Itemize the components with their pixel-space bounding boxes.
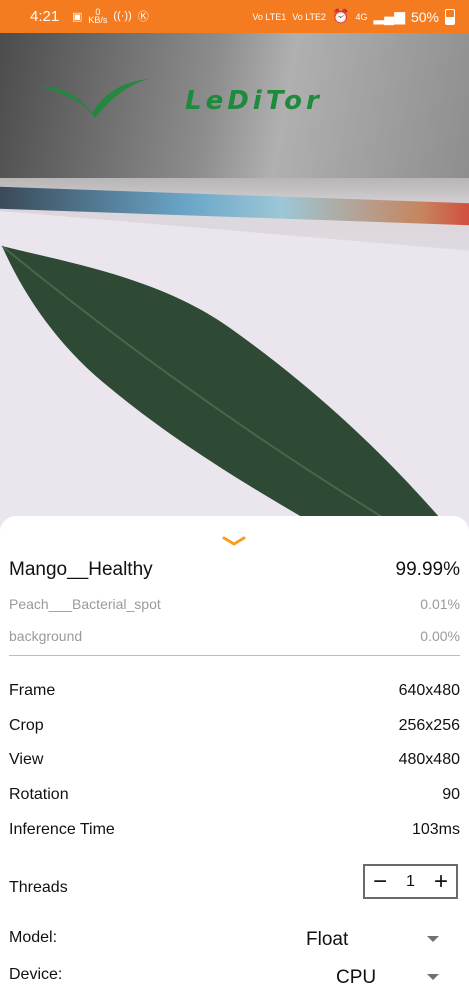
- info-row-view: View 480x480: [9, 751, 460, 769]
- volte2-indicator: Vo LTE2: [292, 11, 327, 22]
- threads-label: Threads: [9, 879, 68, 896]
- result-label: background: [9, 628, 83, 644]
- alarm-icon: ⏰: [332, 8, 350, 24]
- result-row: Peach___Bacterial_spot 0.01%: [9, 596, 460, 612]
- dropdown-arrow-icon[interactable]: [427, 936, 439, 942]
- info-label: Rotation: [9, 786, 69, 803]
- device-label: Device:: [9, 966, 63, 983]
- battery-percent: 50%: [410, 8, 439, 25]
- info-label: View: [9, 751, 44, 768]
- plus-button[interactable]: +: [434, 869, 448, 894]
- status-bar: 4:21 ▣ 0 KB/s ((·)) Ⓚ Vo LTE1 Vo LTE2 ⏰ …: [0, 0, 469, 33]
- device-value: CPU: [336, 967, 377, 988]
- info-value: 256x256: [398, 717, 460, 734]
- threads-value: 1: [406, 872, 415, 890]
- status-time: 4:21: [30, 8, 60, 25]
- accessibility-icon: Ⓚ: [137, 11, 149, 23]
- info-row-crop: Crop 256x256: [9, 717, 460, 735]
- status-right-icons: Vo LTE1 Vo LTE2 ⏰ 4G ▂▄▆ 50%: [252, 8, 455, 25]
- model-select[interactable]: Float: [306, 928, 446, 952]
- info-label: Inference Time: [9, 821, 115, 838]
- info-row-inference-time: Inference Time 103ms: [9, 821, 460, 839]
- result-confidence: 0.00%: [420, 628, 460, 644]
- network-type: 4G: [355, 11, 368, 22]
- info-value: 480x480: [398, 751, 460, 768]
- info-value: 90: [442, 786, 460, 803]
- hotspot-icon: ((·)): [113, 10, 132, 22]
- status-left-icons: ▣ 0 KB/s ((·)) Ⓚ: [72, 8, 149, 25]
- divider: [9, 655, 460, 656]
- result-confidence: 0.01%: [420, 596, 460, 612]
- model-label: Model:: [9, 929, 58, 946]
- device-select[interactable]: CPU: [336, 966, 446, 990]
- result-confidence: 99.99%: [395, 559, 460, 580]
- leaf-logo-icon: [40, 79, 148, 118]
- signal-icon: ▂▄▆: [373, 8, 405, 24]
- volte1-indicator: Vo LTE1: [252, 11, 287, 22]
- result-row: background 0.00%: [9, 628, 460, 644]
- leaf-image: [1, 245, 440, 533]
- dropdown-arrow-icon[interactable]: [427, 974, 439, 980]
- info-row-rotation: Rotation 90: [9, 786, 460, 804]
- info-label: Frame: [9, 682, 56, 699]
- model-value: Float: [306, 929, 349, 950]
- data-rate-unit: KB/s: [88, 15, 108, 25]
- camera-preview: LeDiTor: [0, 33, 469, 533]
- result-row-top: Mango__Healthy 99.99%: [9, 559, 460, 581]
- result-label: Peach___Bacterial_spot: [9, 596, 161, 612]
- logo-text: LeDiTor: [185, 86, 323, 116]
- info-label: Crop: [9, 717, 44, 734]
- info-value: 103ms: [411, 821, 460, 838]
- threads-stepper[interactable]: − 1 +: [363, 864, 458, 899]
- battery-icon: [445, 8, 455, 25]
- chevron-down-icon[interactable]: [222, 534, 246, 548]
- data-rate: 0 KB/s: [88, 8, 108, 25]
- result-label: Mango__Healthy: [9, 559, 153, 580]
- video-icon: ▣: [72, 10, 83, 23]
- info-value: 640x480: [398, 682, 460, 699]
- minus-button[interactable]: −: [373, 869, 387, 894]
- info-row-frame: Frame 640x480: [9, 682, 460, 700]
